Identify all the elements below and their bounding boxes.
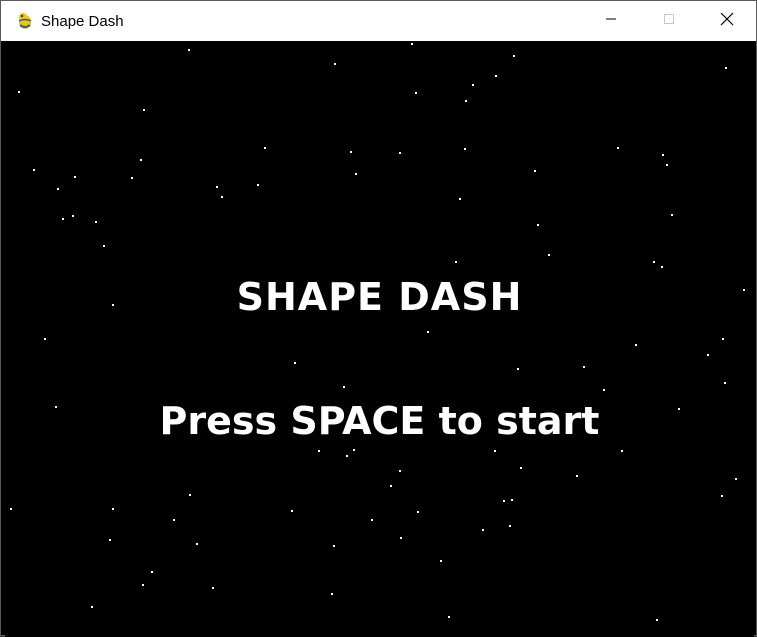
- star: [74, 176, 76, 178]
- star: [495, 75, 497, 77]
- star: [355, 173, 357, 175]
- star: [18, 91, 20, 93]
- star: [103, 245, 105, 247]
- minimize-icon: [605, 12, 617, 30]
- star: [427, 331, 429, 333]
- star: [343, 386, 345, 388]
- title-bar[interactable]: Shape Dash: [1, 1, 756, 41]
- star: [548, 254, 550, 256]
- star: [503, 500, 505, 502]
- star: [603, 389, 605, 391]
- star: [189, 494, 191, 496]
- star: [417, 511, 419, 513]
- star: [212, 587, 214, 589]
- window-controls: [582, 1, 756, 41]
- star: [62, 218, 64, 220]
- pygame-snake-icon: [15, 11, 35, 31]
- game-canvas[interactable]: SHAPE DASH Press SPACE to start: [5, 41, 754, 637]
- star: [537, 224, 539, 226]
- star: [511, 499, 513, 501]
- star: [334, 63, 336, 65]
- star: [517, 368, 519, 370]
- star: [400, 537, 402, 539]
- star: [291, 510, 293, 512]
- star: [399, 152, 401, 154]
- star: [621, 450, 623, 452]
- star: [465, 100, 467, 102]
- star: [671, 214, 673, 216]
- star: [411, 43, 413, 45]
- star: [662, 154, 664, 156]
- star: [455, 261, 457, 263]
- star: [257, 184, 259, 186]
- star: [472, 84, 474, 86]
- star: [464, 148, 466, 150]
- maximize-icon: [663, 12, 675, 30]
- star: [188, 49, 190, 51]
- game-title: SHAPE DASH: [236, 275, 523, 319]
- star: [151, 571, 153, 573]
- star: [57, 188, 59, 190]
- star: [264, 147, 266, 149]
- star: [635, 344, 637, 346]
- minimize-button[interactable]: [582, 1, 640, 41]
- star: [707, 354, 709, 356]
- star: [617, 147, 619, 149]
- star: [415, 92, 417, 94]
- star: [10, 508, 12, 510]
- star: [140, 159, 142, 161]
- star: [494, 450, 496, 452]
- start-prompt: Press SPACE to start: [159, 399, 600, 443]
- star: [666, 164, 668, 166]
- star: [131, 177, 133, 179]
- star: [721, 495, 723, 497]
- star: [724, 382, 726, 384]
- star: [350, 151, 352, 153]
- star: [448, 616, 450, 618]
- star: [583, 366, 585, 368]
- star: [735, 478, 737, 480]
- star: [346, 455, 348, 457]
- star: [371, 519, 373, 521]
- star: [656, 619, 658, 621]
- star: [333, 545, 335, 547]
- star: [91, 606, 93, 608]
- star: [399, 470, 401, 472]
- star: [509, 525, 511, 527]
- star: [44, 338, 46, 340]
- star: [143, 109, 145, 111]
- star: [196, 543, 198, 545]
- star: [109, 539, 111, 541]
- star: [725, 67, 727, 69]
- star: [216, 186, 218, 188]
- window-title: Shape Dash: [41, 12, 124, 30]
- star: [513, 55, 515, 57]
- star: [459, 198, 461, 200]
- star: [294, 362, 296, 364]
- star: [142, 584, 144, 586]
- star: [318, 450, 320, 452]
- star: [95, 221, 97, 223]
- star: [653, 261, 655, 263]
- maximize-button[interactable]: [640, 1, 698, 41]
- star: [661, 266, 663, 268]
- star: [520, 467, 522, 469]
- star: [534, 170, 536, 172]
- star: [482, 529, 484, 531]
- star: [722, 338, 724, 340]
- star: [576, 475, 578, 477]
- star: [353, 449, 355, 451]
- star: [390, 485, 392, 487]
- star: [112, 508, 114, 510]
- star: [331, 593, 333, 595]
- star: [221, 196, 223, 198]
- star: [72, 215, 74, 217]
- star: [440, 560, 442, 562]
- star: [173, 519, 175, 521]
- game-window: Shape Dash SHAPE DASH Press SPACE to sta…: [0, 0, 757, 637]
- close-icon: [720, 12, 734, 31]
- close-button[interactable]: [698, 1, 756, 41]
- star: [33, 169, 35, 171]
